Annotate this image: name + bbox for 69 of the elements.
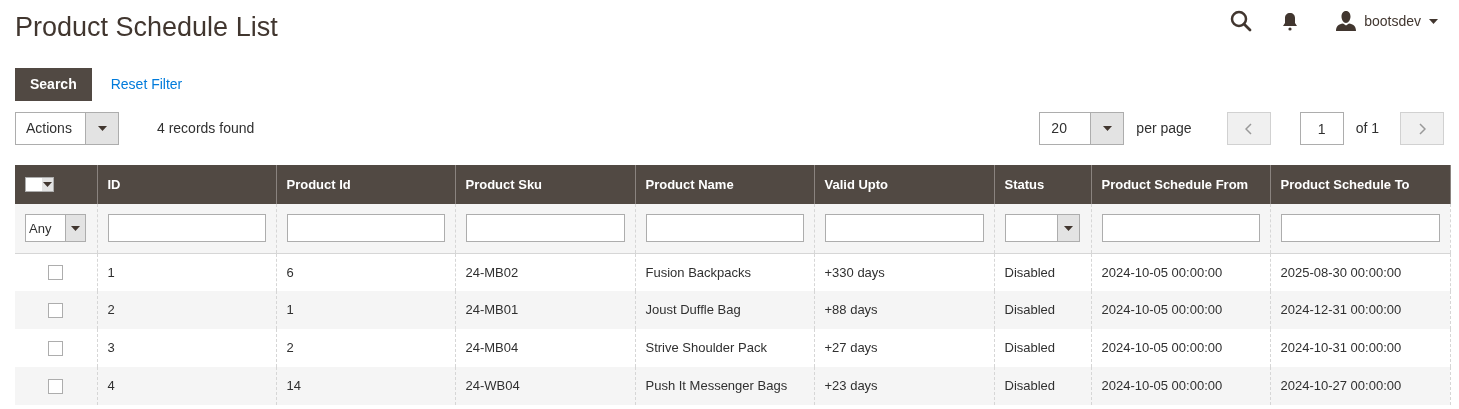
chevron-left-icon [1245, 122, 1253, 135]
filter-field[interactable] [107, 214, 266, 243]
caret-icon [71, 225, 80, 231]
table-cell: 2024-10-05 00:00:00 [1101, 378, 1223, 394]
records-count: 4 records found [157, 119, 255, 138]
search-button[interactable]: Search [15, 68, 92, 101]
table-cell: 2 [286, 340, 294, 356]
filter-field[interactable] [465, 214, 625, 243]
page-field[interactable]: 1 [1299, 112, 1344, 145]
table-cell: +330 days [824, 264, 885, 280]
caret-icon [43, 182, 52, 187]
row-checkbox[interactable] [48, 378, 64, 394]
table-cell: Strive Shoulder Pack [645, 340, 767, 356]
chevron-right-icon [1418, 122, 1426, 135]
table-cell: 2024-10-27 00:00:00 [1280, 378, 1402, 394]
table-cell: Joust Duffle Bag [645, 302, 741, 318]
table-cell: 24-MB04 [465, 340, 519, 356]
table-cell: Disabled [1004, 264, 1056, 280]
row-checkbox[interactable] [48, 264, 64, 280]
table-cell: 24-WB04 [465, 378, 520, 394]
caret-icon [1102, 126, 1112, 131]
reset-filter-link[interactable]: Reset Filter [110, 74, 183, 95]
table-cell: +27 days [824, 340, 878, 356]
table-cell: 24-MB02 [465, 264, 519, 280]
table-cell: 3 [107, 340, 115, 356]
bell-icon[interactable] [1282, 11, 1299, 31]
table-cell: 2024-10-31 00:00:00 [1280, 340, 1402, 356]
table-cell: 1 [286, 302, 294, 318]
table-cell: 4 [107, 378, 115, 394]
table-cell: 2024-10-05 00:00:00 [1101, 340, 1223, 356]
caret-icon [1063, 225, 1073, 231]
filter-select[interactable] [1004, 214, 1080, 243]
mass-select[interactable] [25, 177, 54, 192]
row-checkbox[interactable] [48, 340, 64, 356]
table-cell: 2 [107, 302, 115, 318]
user-menu[interactable]: bootsdev [1336, 10, 1438, 32]
next-page-button[interactable] [1400, 112, 1444, 145]
caret-icon [97, 126, 107, 131]
table-cell: +23 days [824, 378, 878, 394]
filter-field[interactable] [645, 214, 804, 243]
user-icon [1336, 11, 1357, 31]
table-cell: 2024-10-05 00:00:00 [1101, 302, 1223, 318]
previous-page-button[interactable] [1226, 112, 1271, 145]
table-cell: 1 [107, 264, 115, 280]
search-icon[interactable] [1230, 10, 1253, 32]
table-cell: 2024-10-05 00:00:00 [1101, 264, 1223, 280]
row-checkbox[interactable] [48, 302, 64, 318]
table-cell: 24-MB01 [465, 302, 519, 318]
table-cell: 2025-08-30 00:00:00 [1280, 264, 1402, 280]
per-page-label: per page [1136, 119, 1192, 138]
table-cell: 2024-12-31 00:00:00 [1280, 302, 1402, 318]
table-cell: Disabled [1004, 302, 1056, 318]
caret-icon [1429, 18, 1438, 24]
table-cell: 14 [286, 378, 301, 394]
filter-field[interactable] [1101, 214, 1260, 243]
table-cell: 6 [286, 264, 294, 280]
table-cell: Disabled [1004, 378, 1056, 394]
page-title: Product Schedule List [15, 11, 278, 44]
table-cell: Disabled [1004, 340, 1056, 356]
table-cell: Fusion Backpacks [645, 264, 751, 280]
page-total: of 1 [1355, 119, 1379, 138]
page-size-dropdown[interactable]: 20 [1039, 112, 1125, 145]
table-cell: +88 days [824, 302, 878, 318]
filter-field[interactable] [1280, 214, 1440, 243]
actions-dropdown[interactable]: Actions [15, 112, 119, 145]
any-select[interactable]: Any [25, 214, 86, 243]
table-cell: Push It Messenger Bags [645, 378, 788, 394]
filter-field[interactable] [824, 214, 984, 243]
filter-field[interactable] [286, 214, 445, 243]
